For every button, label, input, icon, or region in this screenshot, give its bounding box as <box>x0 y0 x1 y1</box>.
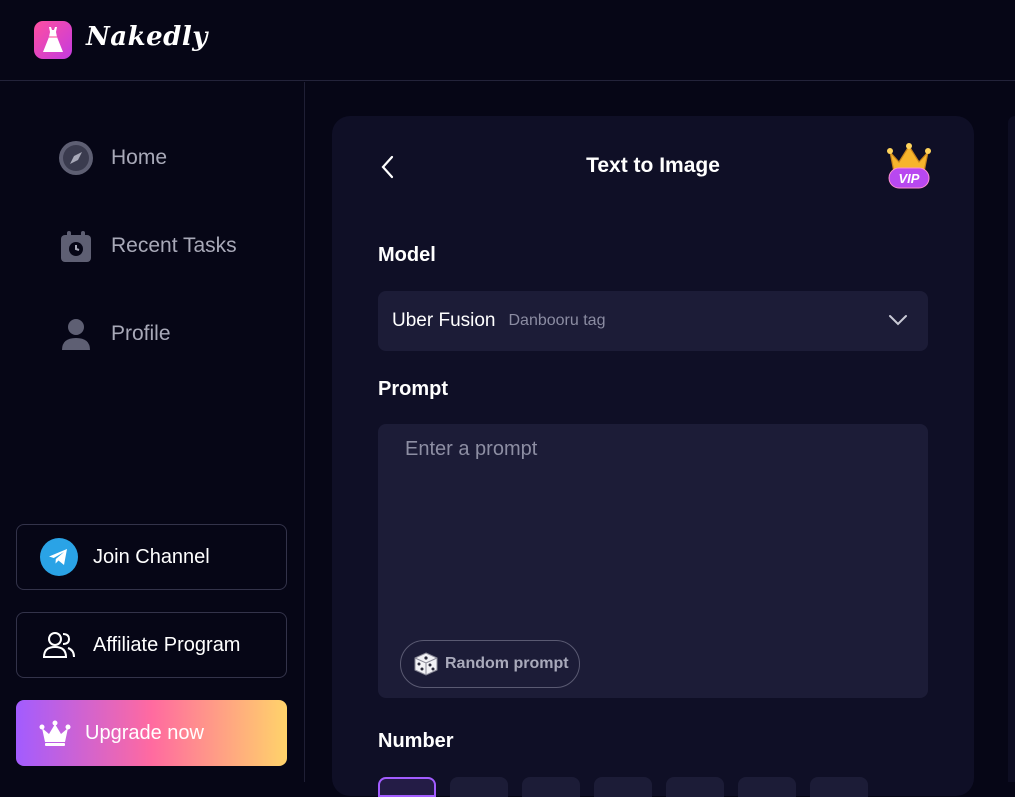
crown-icon <box>38 716 72 750</box>
vip-crown-icon[interactable]: VIP <box>886 142 932 190</box>
affiliate-program-button[interactable]: Affiliate Program <box>16 612 287 678</box>
calendar-clock-icon <box>58 228 94 264</box>
sidebar-item-label: Profile <box>111 322 171 345</box>
random-prompt-label: Random prompt <box>445 655 569 672</box>
affiliate-program-label: Affiliate Program <box>93 633 241 656</box>
number-option[interactable] <box>738 777 796 797</box>
number-option[interactable] <box>450 777 508 797</box>
logo-dress-icon[interactable] <box>34 21 72 59</box>
prompt-box: Random prompt <box>378 424 928 698</box>
model-tag: Danbooru tag <box>508 312 606 329</box>
join-channel-button[interactable]: Join Channel <box>16 524 287 590</box>
prompt-label: Prompt <box>378 378 448 400</box>
prompt-input[interactable] <box>405 438 905 628</box>
top-bar: Nakedly <box>0 0 1015 81</box>
number-option[interactable] <box>666 777 724 797</box>
model-select[interactable]: Uber Fusion Danbooru tag <box>378 291 928 351</box>
text-to-image-panel: Text to Image VIP Model Uber Fusion Danb… <box>332 116 974 797</box>
sidebar-item-label: Recent Tasks <box>111 234 237 257</box>
right-panel-edge <box>1008 116 1015 782</box>
telegram-icon <box>39 537 79 577</box>
number-option[interactable] <box>378 777 436 797</box>
number-option[interactable] <box>522 777 580 797</box>
page-title: Text to Image <box>586 154 720 177</box>
brand-name[interactable]: Nakedly <box>86 22 208 52</box>
sidebar-item-label: Home <box>111 146 168 169</box>
random-prompt-button[interactable]: Random prompt <box>400 640 580 688</box>
vip-badge-text: VIP <box>899 171 920 186</box>
number-option[interactable] <box>594 777 652 797</box>
compass-icon <box>58 140 94 176</box>
chevron-down-icon <box>888 313 908 332</box>
user-icon <box>58 316 94 352</box>
sidebar-item-home[interactable]: Home <box>58 138 167 178</box>
model-label: Model <box>378 244 436 266</box>
upgrade-now-button[interactable]: Upgrade now <box>16 700 287 766</box>
model-name: Uber Fusion <box>392 310 496 331</box>
dice-icon <box>413 651 439 677</box>
sidebar: Home Recent Tasks Profile Join Channel A… <box>0 82 305 782</box>
sidebar-item-profile[interactable]: Profile <box>58 314 171 354</box>
number-label: Number <box>378 730 454 752</box>
number-option[interactable] <box>810 777 868 797</box>
users-icon <box>39 625 79 665</box>
upgrade-now-label: Upgrade now <box>85 721 204 744</box>
join-channel-label: Join Channel <box>93 545 210 568</box>
sidebar-item-recent-tasks[interactable]: Recent Tasks <box>58 226 237 266</box>
